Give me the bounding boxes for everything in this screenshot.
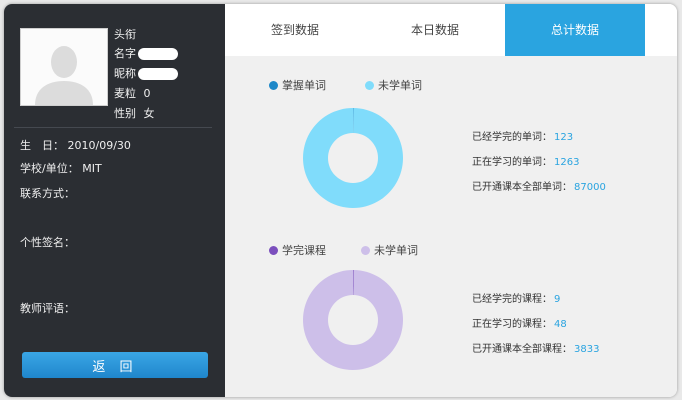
divider [14,127,212,128]
stat-label: 已开通课本全部课程： [472,344,572,355]
legend-completed-courses: 学完课程 [269,242,326,258]
contact-row: 联系方式： [20,185,75,201]
title-label: 头衔 [114,28,136,41]
legend-unlearned-courses: 未学单词 [361,242,418,258]
nickname-field: 昵称 [114,65,178,81]
name-label: 名字 [114,47,136,60]
teacher-comment-row: 教师评语： [20,300,75,316]
stat-label: 已经学完的单词： [472,132,552,143]
school-row: 学校/单位： MIT [20,160,102,176]
words-donut-chart [303,108,403,208]
stat-value: 9 [554,294,561,305]
tab-total-data[interactable]: 总计数据 [505,4,645,56]
donut-hole [328,295,378,345]
back-button[interactable]: 返 回 [22,352,208,378]
birthday-label: 生 日： [20,139,64,152]
gender-field: 性别 女 [114,105,155,121]
points-value: 0 [143,87,151,100]
stat-completed-courses: 已经学完的课程： 9 [472,290,560,305]
points-label: 麦粒 [114,87,136,100]
title-field: 头衔 [114,26,136,42]
stat-label: 正在学习的课程： [472,319,552,330]
stat-learning-words: 正在学习的单词： 1263 [472,153,579,168]
stat-value: 123 [554,132,574,143]
points-field: 麦粒 0 [114,85,151,101]
legend-label: 掌握单词 [282,79,326,92]
stat-label: 正在学习的单词： [472,157,552,168]
donut-hole [328,133,378,183]
tab-bar: 签到数据 本日数据 总计数据 [225,4,677,56]
school-value: MIT [82,162,102,175]
legend-unlearned-words: 未学单词 [365,77,422,93]
legend-dot-icon [269,246,278,255]
legend-dot-icon [269,81,278,90]
legend-dot-icon [365,81,374,90]
stat-label: 已经学完的课程： [472,294,552,305]
courses-donut-chart [303,270,403,370]
legend-label: 未学单词 [374,244,418,257]
name-field: 名字 [114,45,178,61]
stat-label: 已开通课本全部单词： [472,182,572,193]
legend-dot-icon [361,246,370,255]
tab-checkin-data[interactable]: 签到数据 [225,4,365,56]
stat-value: 48 [554,319,567,330]
stat-total-courses: 已开通课本全部课程： 3833 [472,340,599,355]
gender-value: 女 [143,107,155,120]
signature-row: 个性签名： [20,234,75,250]
school-label: 学校/单位： [20,162,79,175]
signature-label: 个性签名： [20,236,75,249]
avatar [20,28,108,106]
stat-learning-courses: 正在学习的课程： 48 [472,315,567,330]
profile-sidebar: 头衔 名字 昵称 麦粒 0 性别 女 生 日： 2010/09/30 学校/单位… [4,4,225,397]
nickname-redacted [138,68,178,80]
birthday-row: 生 日： 2010/09/30 [20,137,131,153]
stat-value: 3833 [574,344,600,355]
teacher-comment-label: 教师评语： [20,302,75,315]
user-silhouette-icon [21,29,107,105]
contact-label: 联系方式： [20,187,75,200]
stat-total-words: 已开通课本全部单词： 87000 [472,178,606,193]
nickname-label: 昵称 [114,67,136,80]
gender-label: 性别 [114,107,136,120]
birthday-value: 2010/09/30 [67,139,131,152]
user-profile-dialog: 头衔 名字 昵称 麦粒 0 性别 女 生 日： 2010/09/30 学校/单位… [4,4,677,397]
legend-mastered-words: 掌握单词 [269,77,326,93]
stat-completed-words: 已经学完的单词： 123 [472,128,573,143]
tab-today-data[interactable]: 本日数据 [365,4,505,56]
stat-value: 1263 [554,157,580,168]
stats-panel: 签到数据 本日数据 总计数据 掌握单词 未学单词 已经学完的单词： 123 正在学… [225,4,677,397]
stat-value: 87000 [574,182,606,193]
legend-label: 学完课程 [282,244,326,257]
name-redacted [138,48,178,60]
legend-label: 未学单词 [378,79,422,92]
